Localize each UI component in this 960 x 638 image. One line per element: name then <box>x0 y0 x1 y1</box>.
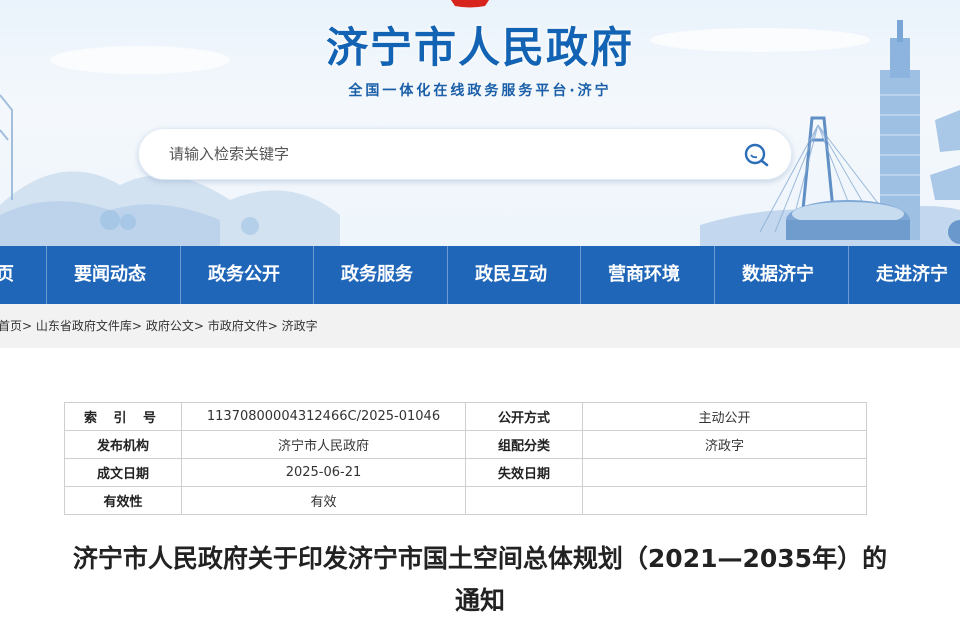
value-publisher: 济宁市人民政府 <box>181 430 466 459</box>
site-slogan: 全国一体化在线政务服务平台·济宁 <box>348 83 612 99</box>
label-category: 组配分类 <box>465 430 583 459</box>
main-nav: 页 要闻动态 政务公开 政务服务 政民互动 营商环境 数据济宁 走进济宁 <box>0 246 960 304</box>
nav-divider <box>313 246 314 304</box>
value-disclosure-method: 主动公开 <box>582 402 867 431</box>
label-index-number: 索 引 号 <box>64 402 182 431</box>
table-row: 发布机构 济宁市人民政府 组配分类 济政字 <box>64 430 867 459</box>
search-icon <box>744 143 769 167</box>
search-bar <box>138 128 792 180</box>
nav-item-about[interactable]: 走进济宁 <box>876 246 948 304</box>
article-title-line-2: 通知 <box>454 586 505 615</box>
value-expiry-date <box>582 458 867 487</box>
nav-divider <box>46 246 47 304</box>
table-row: 成文日期 2025-06-21 失效日期 <box>64 458 867 487</box>
value-validity: 有效 <box>181 486 466 515</box>
label-disclosure-method: 公开方式 <box>465 402 583 431</box>
search-input[interactable] <box>169 129 729 179</box>
breadcrumb: 首页> 山东省政府文件库> 政府公文> 市政府文件> 济政字 <box>0 304 318 348</box>
nav-item-disclosure[interactable]: 政务公开 <box>208 246 280 304</box>
breadcrumb-gov-documents[interactable]: 政府公文 <box>146 319 194 333</box>
nav-divider <box>848 246 849 304</box>
site-title: 济宁市人民政府 <box>325 23 634 72</box>
nav-item-data[interactable]: 数据济宁 <box>742 246 814 304</box>
site-banner: 济宁市人民政府 全国一体化在线政务服务平台·济宁 <box>0 0 960 246</box>
breadcrumb-bar: 首页> 山东省政府文件库> 政府公文> 市政府文件> 济政字 <box>0 304 960 348</box>
nav-divider <box>714 246 715 304</box>
nav-item-services[interactable]: 政务服务 <box>341 246 413 304</box>
nav-divider <box>180 246 181 304</box>
nav-item-business[interactable]: 营商环境 <box>608 246 680 304</box>
national-emblem-icon <box>451 0 489 8</box>
search-button[interactable] <box>741 140 771 170</box>
breadcrumb-jizhengzi[interactable]: 济政字 <box>282 319 318 333</box>
breadcrumb-province-library[interactable]: 山东省政府文件库 <box>36 319 132 333</box>
document-info-table: 索 引 号 11370800004312466C/2025-01046 公开方式… <box>64 402 867 515</box>
article-title-line-1: 济宁市人民政府关于印发济宁市国土空间总体规划（2021—2035年）的 <box>72 544 888 573</box>
value-written-date: 2025-06-21 <box>181 458 466 487</box>
article-title: 济宁市人民政府关于印发济宁市国土空间总体规划（2021—2035年）的 通知 <box>20 538 940 622</box>
value-index-number: 11370800004312466C/2025-01046 <box>181 402 466 431</box>
value-category: 济政字 <box>582 430 867 459</box>
nav-divider <box>447 246 448 304</box>
breadcrumb-home[interactable]: 首页 <box>0 319 22 333</box>
label-validity: 有效性 <box>64 486 182 515</box>
nav-item-news[interactable]: 要闻动态 <box>74 246 146 304</box>
empty-cell <box>465 486 583 515</box>
nav-item-interaction[interactable]: 政民互动 <box>475 246 547 304</box>
nav-divider <box>580 246 581 304</box>
table-row: 有效性 有效 <box>64 486 867 515</box>
label-expiry-date: 失效日期 <box>465 458 583 487</box>
table-row: 索 引 号 11370800004312466C/2025-01046 公开方式… <box>64 402 867 431</box>
breadcrumb-separator: > <box>131 319 142 333</box>
breadcrumb-separator: > <box>22 319 33 333</box>
breadcrumb-separator: > <box>267 319 278 333</box>
label-written-date: 成文日期 <box>64 458 182 487</box>
breadcrumb-city-documents[interactable]: 市政府文件 <box>208 319 268 333</box>
nav-item-home[interactable]: 页 <box>0 246 14 304</box>
empty-cell <box>582 486 867 515</box>
label-publisher: 发布机构 <box>64 430 182 459</box>
breadcrumb-separator: > <box>193 319 204 333</box>
